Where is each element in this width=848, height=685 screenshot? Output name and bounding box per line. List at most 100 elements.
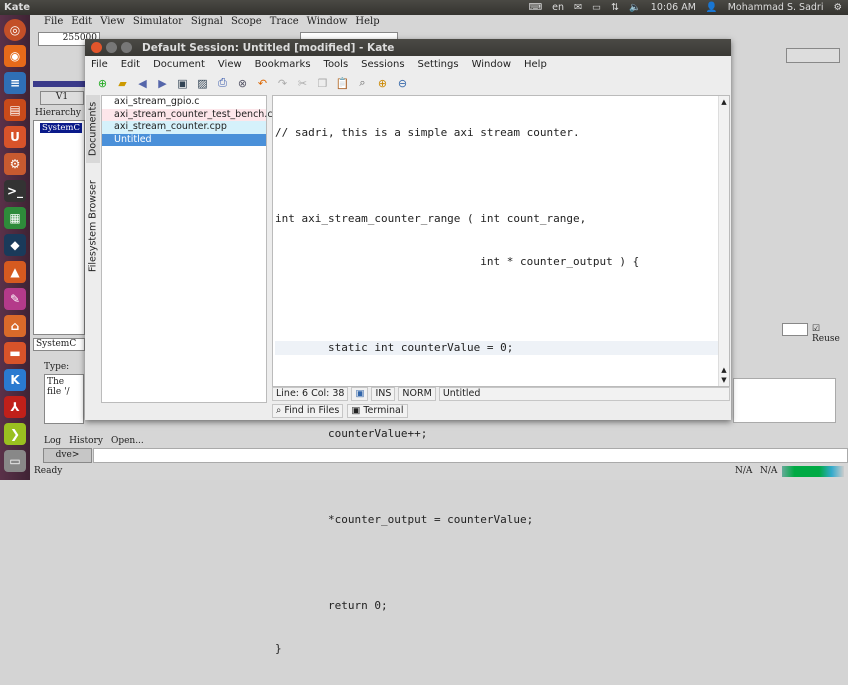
save-as-icon[interactable]: ▨	[195, 76, 210, 91]
hierarchy-tree[interactable]: SystemC	[33, 120, 85, 335]
scope-field[interactable]: SystemC	[33, 338, 85, 351]
calc-icon[interactable]: ▦	[4, 207, 26, 229]
insert-mode[interactable]: INS	[371, 387, 396, 401]
menu-view[interactable]: View	[218, 59, 242, 70]
undo-icon[interactable]: ↶	[255, 76, 270, 91]
maximize-window-icon[interactable]	[121, 42, 132, 53]
dve-title-strip	[33, 81, 85, 87]
forward-arrow-icon[interactable]: ▶	[155, 76, 170, 91]
pdf-reader-icon[interactable]: ⅄	[4, 396, 26, 418]
redo-icon[interactable]: ↷	[275, 76, 290, 91]
tab-documents[interactable]: Documents	[86, 95, 100, 163]
menu-document[interactable]: Document	[153, 59, 205, 70]
document-item[interactable]: axi_stream_gpio.c	[102, 96, 266, 109]
dve-menu-view[interactable]: View	[100, 16, 125, 30]
battery-icon[interactable]: ▭	[592, 2, 601, 13]
document-item-selected[interactable]: Untitled	[102, 133, 266, 146]
scroll-up-icon[interactable]: ▲	[719, 366, 729, 374]
clock[interactable]: 10:06 AM	[651, 2, 696, 13]
cut-icon[interactable]: ✂	[295, 76, 310, 91]
new-file-icon[interactable]: ⊕	[95, 76, 110, 91]
dve-menu-trace[interactable]: Trace	[270, 16, 299, 30]
dve-menu-simulator[interactable]: Simulator	[133, 16, 183, 30]
reuse-field[interactable]	[782, 323, 808, 336]
settings-gear-icon[interactable]: ⚙	[833, 2, 842, 13]
active-app-name: Kate	[4, 2, 31, 13]
software-center-icon[interactable]: U	[4, 126, 26, 148]
impress-icon[interactable]: ▤	[4, 99, 26, 121]
code-editor[interactable]: // sadri, this is a simple axi stream co…	[272, 95, 730, 655]
type-label: Type:	[44, 362, 70, 372]
top-panel: Kate ⌨ en ✉ ▭ ⇅ 🔈 10:06 AM 👤 Mohammad S.…	[0, 0, 848, 15]
print-icon[interactable]: ⎙	[215, 76, 230, 91]
app-icon[interactable]: ▲	[4, 261, 26, 283]
user-name[interactable]: Mohammad S. Sadri	[728, 2, 824, 13]
keyboard-language[interactable]: en	[552, 2, 564, 13]
dve-menu-file[interactable]: File	[44, 16, 63, 30]
ubuntu-dash-icon[interactable]: ◎	[4, 19, 26, 41]
scroll-up-icon[interactable]: ▲	[719, 98, 729, 106]
reuse-checkbox[interactable]: ☑ Reuse	[812, 324, 848, 344]
menu-file[interactable]: File	[91, 59, 108, 70]
tab-label: Terminal	[363, 405, 404, 416]
menu-window[interactable]: Window	[472, 59, 511, 70]
editor-icon[interactable]: ✎	[4, 288, 26, 310]
code-line: *counter_output = counterValue;	[275, 512, 534, 526]
tab-filesystem-browser[interactable]: Filesystem Browser	[86, 171, 100, 281]
menu-bookmarks[interactable]: Bookmarks	[255, 59, 311, 70]
zoom-out-icon[interactable]: ⊖	[395, 76, 410, 91]
save-icon[interactable]: ▣	[175, 76, 190, 91]
close-window-icon[interactable]	[91, 42, 102, 53]
menu-settings[interactable]: Settings	[418, 59, 459, 70]
menu-edit[interactable]: Edit	[121, 59, 140, 70]
menu-tools[interactable]: Tools	[324, 59, 349, 70]
close-document-icon[interactable]: ⊗	[235, 76, 250, 91]
code-line: counterValue++;	[275, 426, 428, 440]
terminal-icon[interactable]: >_	[4, 180, 26, 202]
menu-sessions[interactable]: Sessions	[361, 59, 404, 70]
dve-menu-signal[interactable]: Signal	[191, 16, 223, 30]
minimize-window-icon[interactable]	[106, 42, 117, 53]
scroll-down-icon[interactable]: ▼	[719, 376, 729, 384]
network-icon[interactable]: ⇅	[611, 2, 619, 13]
tab-history[interactable]: History	[69, 436, 103, 446]
menu-help[interactable]: Help	[524, 59, 547, 70]
document-item[interactable]: axi_stream_counter_test_bench.cpp	[102, 108, 285, 121]
tab-find-in-files[interactable]: ⌕ Find in Files	[272, 404, 344, 418]
volume-icon[interactable]: 🔈	[629, 2, 641, 13]
app-icon[interactable]: ◆	[4, 234, 26, 256]
open-folder-icon[interactable]: ▰	[115, 76, 130, 91]
zoom-combo[interactable]	[786, 48, 840, 63]
tab-open[interactable]: Open...	[111, 436, 144, 446]
dve-menu-scope[interactable]: Scope	[231, 16, 262, 30]
writer-icon[interactable]: ≡	[4, 72, 26, 94]
vertical-scrollbar[interactable]: ▲ ▲ ▼	[718, 96, 729, 386]
code-line-current: static int counterValue = 0;	[275, 340, 721, 356]
tab-terminal[interactable]: ▣ Terminal	[347, 404, 408, 418]
dve-menu-edit[interactable]: Edit	[71, 16, 92, 30]
app-icon[interactable]: ▭	[4, 450, 26, 472]
firefox-icon[interactable]: ◉	[4, 45, 26, 67]
keyboard-icon[interactable]: ⌨	[528, 2, 542, 13]
find-icon[interactable]: ⌕	[355, 76, 370, 91]
mail-icon[interactable]: ✉	[574, 2, 582, 13]
code-line: return 0;	[275, 599, 388, 613]
hierarchy-item-systemc[interactable]: SystemC	[40, 123, 82, 133]
document-item[interactable]: axi_stream_counter.cpp	[102, 121, 266, 134]
copy-icon[interactable]: ❐	[315, 76, 330, 91]
dve-menu-help[interactable]: Help	[355, 16, 379, 30]
tab-log[interactable]: Log	[44, 436, 61, 446]
kate-menu-bar: File Edit Document View Bookmarks Tools …	[85, 56, 731, 73]
view-select[interactable]: V1	[40, 91, 84, 105]
dve-menu-window[interactable]: Window	[307, 16, 348, 30]
files-icon[interactable]: ⌂	[4, 315, 26, 337]
system-settings-icon[interactable]: ⚙	[4, 153, 26, 175]
input-mode[interactable]: NORM	[398, 387, 436, 401]
back-arrow-icon[interactable]: ◀	[135, 76, 150, 91]
xilinx-icon[interactable]: ❯	[4, 423, 26, 445]
zoom-in-icon[interactable]: ⊕	[375, 76, 390, 91]
paste-icon[interactable]: 📋	[335, 76, 350, 91]
kate-icon[interactable]: K	[4, 369, 26, 391]
home-folder-icon[interactable]: ▬	[4, 342, 26, 364]
